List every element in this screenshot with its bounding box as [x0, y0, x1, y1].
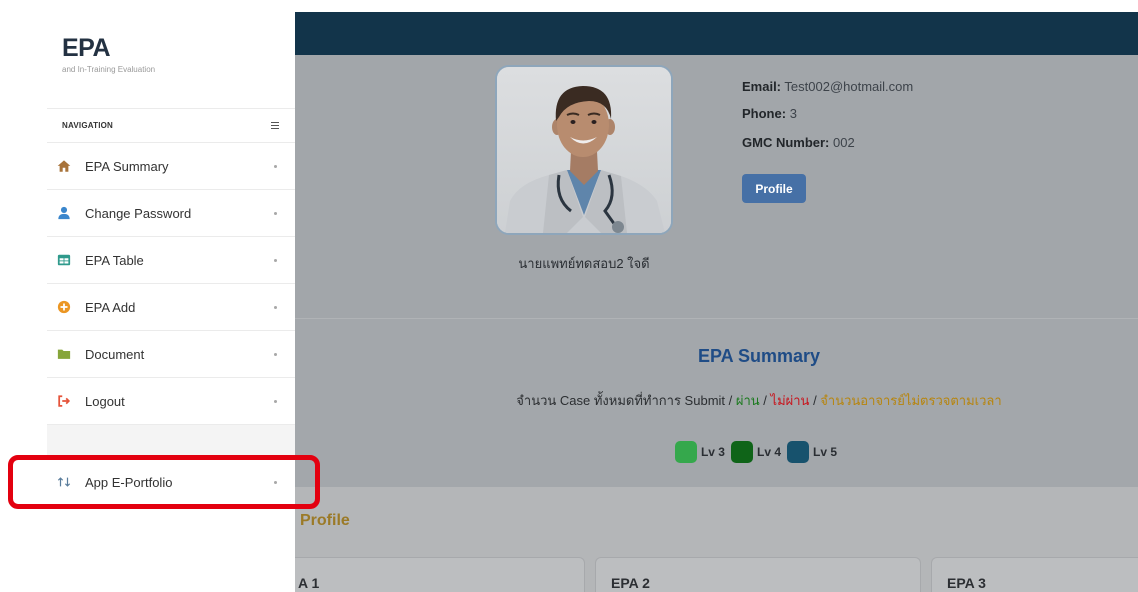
sidebar-item-epa-add[interactable]: EPA Add [47, 284, 295, 331]
sidebar: EPA and In-Training Evaluation NAVIGATIO… [0, 0, 295, 592]
table-icon [57, 253, 71, 267]
bullet-icon [274, 305, 277, 309]
sidebar-item-label: EPA Summary [85, 158, 169, 174]
home-icon [57, 159, 71, 173]
bullet-icon [274, 480, 277, 484]
nav-heading: NAVIGATION [62, 121, 114, 130]
bullet-icon [274, 211, 277, 215]
sidebar-item-epa-summary[interactable]: EPA Summary [47, 143, 295, 190]
sign-out-icon [57, 394, 71, 408]
bullet-icon [274, 352, 277, 356]
sidebar-item-label: Document [85, 346, 145, 362]
sidebar-backdrop-overlay[interactable] [295, 12, 1138, 592]
plus-circle-icon [57, 300, 71, 314]
bullet-icon [274, 258, 277, 262]
exchange-icon [57, 475, 71, 489]
sidebar-item-label: Logout [85, 393, 125, 409]
bullet-icon [274, 399, 277, 403]
sidebar-navigation: NAVIGATION EPA Summary Change Password E… [47, 108, 295, 506]
sidebar-item-app-e-portfolio[interactable]: App E-Portfolio [47, 458, 295, 506]
sidebar-item-document[interactable]: Document [47, 331, 295, 378]
folder-icon [57, 347, 71, 361]
sidebar-item-label: Change Password [85, 205, 192, 221]
sidebar-item-label: EPA Table [85, 252, 144, 268]
brand-logo[interactable]: EPA and In-Training Evaluation [62, 34, 262, 78]
sidebar-item-label: App E-Portfolio [85, 474, 173, 490]
brand-subtitle: and In-Training Evaluation [62, 65, 156, 74]
sidebar-item-label: EPA Add [85, 299, 136, 315]
bullet-icon [274, 164, 277, 168]
hamburger-icon[interactable] [271, 122, 279, 129]
sidebar-item-epa-table[interactable]: EPA Table [47, 237, 295, 284]
nav-divider-block [47, 425, 295, 458]
sidebar-item-logout[interactable]: Logout [47, 378, 295, 425]
sidebar-item-change-password[interactable]: Change Password [47, 190, 295, 237]
nav-header: NAVIGATION [47, 108, 295, 143]
user-icon [57, 206, 71, 220]
brand-title: EPA [62, 34, 111, 62]
